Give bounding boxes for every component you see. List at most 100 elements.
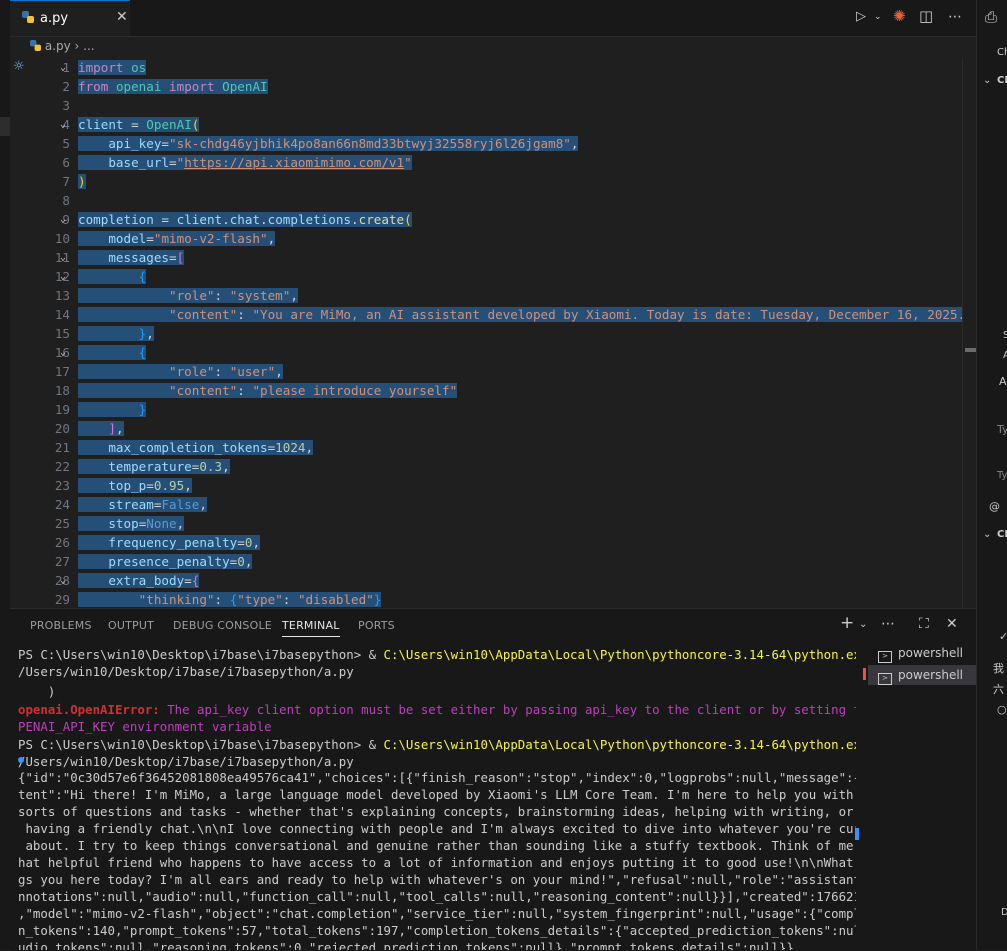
code-line[interactable]: 21 max_completion_tokens=1024, [10, 438, 970, 457]
code-line[interactable]: 13 "role": "system", [10, 286, 970, 305]
side-text: D [1001, 907, 1007, 918]
code-editor[interactable]: 1 ⌄ import os 2 from openai import OpenAI 3 4 ⌄… [10, 58, 976, 608]
code-line[interactable]: 18 "content": "please introduce yourself… [10, 381, 970, 400]
line-number: 7 [62, 174, 70, 189]
terminal-icon: > [878, 651, 892, 663]
fold-chevron-icon[interactable]: ⌄ [60, 248, 66, 267]
tab-problems[interactable]: PROBLEMS [30, 619, 92, 632]
code-text: client = OpenAI( [78, 117, 200, 132]
code-text: messages=[ [78, 248, 185, 267]
terminal-output[interactable]: PS C:\Users\win10\Desktop\i7base\i7basep… [18, 644, 856, 950]
code-line[interactable]: 26 frequency_penalty=0, [10, 533, 970, 552]
more-icon[interactable]: ⋯ [881, 616, 895, 632]
fold-chevron-icon[interactable]: ⌄ [60, 58, 66, 77]
command-decoration-dot[interactable] [18, 757, 24, 763]
side-text: Ch [997, 47, 1007, 58]
side-text: Ty [997, 470, 1007, 481]
terminal-list-item[interactable]: > powershell [868, 643, 976, 663]
copilot-sparkle-icon[interactable]: ✺ [893, 7, 906, 25]
chevron-down-icon[interactable]: ⌄ [983, 75, 991, 86]
code-text: extra_body={ [78, 571, 200, 590]
code-line[interactable]: 9 ⌄ completion = client.chat.completions.c… [10, 210, 970, 229]
code-line[interactable]: 29 "thinking": {"type": "disabled"} [10, 590, 970, 608]
code-line[interactable]: 11 ⌄ messages=[ [10, 248, 970, 267]
chevron-down-icon[interactable]: ⌄ [859, 619, 867, 630]
code-line[interactable]: 28 ⌄ extra_body={ [10, 571, 970, 590]
code-line[interactable]: 24 stream=False, [10, 495, 970, 514]
code-line[interactable]: 19 } [10, 400, 970, 419]
code-line[interactable]: 15 }, [10, 324, 970, 343]
new-terminal-icon[interactable]: + [840, 613, 854, 633]
chevron-down-icon[interactable]: ⌄ [874, 12, 882, 22]
code-line[interactable]: 17 "role": "user", [10, 362, 970, 381]
tab-a-py[interactable]: a.py ✕ [10, 0, 130, 36]
terminal-line: PENAI_API_KEY environment variable [18, 719, 272, 734]
maximize-panel-icon[interactable]: ⛶ [919, 616, 929, 632]
side-section-header[interactable]: CH [997, 75, 1007, 86]
editor-scrollbar[interactable] [962, 58, 977, 608]
code-text: stream=False, [78, 495, 207, 514]
code-line[interactable]: 22 temperature=0.3, [10, 457, 970, 476]
line-number: 6 [62, 155, 70, 170]
code-line[interactable]: 1 ⌄ import os [10, 58, 970, 77]
code-line[interactable]: 16 ⌄ { [10, 343, 970, 362]
side-text: S [1003, 330, 1007, 341]
tab-ports[interactable]: PORTS [358, 619, 395, 632]
fold-chevron-icon[interactable]: ⌄ [60, 115, 66, 134]
terminal-icon: > [878, 673, 892, 685]
code-line[interactable]: 10 model="mimo-v2-flash", [10, 229, 970, 248]
terminal-line: having a friendly chat.\n\nI love connec… [18, 821, 856, 836]
breadcrumb-file[interactable]: a.py [45, 39, 71, 53]
breadcrumb-more[interactable]: ... [83, 39, 94, 53]
code-line[interactable]: 25 stop=None, [10, 514, 970, 533]
code-line[interactable]: 6 base_url="https://api.xiaomimimo.com/v… [10, 153, 970, 172]
chat-icon[interactable]: ⎙ [985, 8, 997, 26]
line-number: 10 [54, 231, 70, 246]
terminal-line: tent":"Hi there! I'm MiMo, a large langu… [18, 787, 856, 802]
code-text: import os [78, 60, 147, 75]
code-line[interactable]: 3 [10, 96, 970, 115]
code-line[interactable]: 14 "content": "You are MiMo, an AI assis… [10, 305, 970, 324]
fold-chevron-icon[interactable]: ⌄ [60, 571, 66, 590]
more-actions-icon[interactable]: ⋯ [948, 9, 962, 25]
fold-chevron-icon[interactable]: ⌄ [60, 267, 66, 286]
code-text: }, [78, 324, 154, 343]
tab-terminal[interactable]: TERMINAL [282, 619, 340, 637]
code-line[interactable]: 20 ], [10, 419, 970, 438]
side-section-header[interactable]: CH [997, 529, 1007, 540]
code-text: model="mimo-v2-flash", [78, 229, 276, 248]
code-line[interactable]: 12 ⌄ { [10, 267, 970, 286]
editor-tab-bar: a.py ✕ ▷ ⌄ ✺ ◫ ⋯ [10, 0, 976, 37]
fold-chevron-icon[interactable]: ⌄ [60, 343, 66, 362]
run-icon[interactable]: ▷ [856, 9, 866, 24]
chat-input-placeholder[interactable]: Ty [997, 423, 1007, 436]
tab-debug-console[interactable]: DEBUG CONSOLE [173, 619, 272, 632]
line-number: 25 [54, 516, 70, 531]
chevron-down-icon[interactable]: ⌄ [983, 529, 991, 540]
code-line[interactable]: 2 from openai import OpenAI [10, 77, 970, 96]
terminal-list-item[interactable]: > powershell [868, 665, 976, 685]
code-line[interactable]: 4 ⌄ client = OpenAI( [10, 115, 970, 134]
tab-output[interactable]: OUTPUT [108, 619, 154, 632]
code-line[interactable]: 7) [10, 172, 970, 191]
split-editor-icon[interactable]: ◫ [919, 7, 933, 25]
code-line[interactable]: 5 api_key="sk-chdg46yjbhik4po8an66n8md33… [10, 134, 970, 153]
terminal-line: gs you here today? I'm all ears and read… [18, 872, 856, 887]
terminal-line: hat helpful friend who happens to have a… [18, 855, 856, 870]
side-text: 我 [993, 662, 1004, 675]
close-panel-icon[interactable]: ✕ [946, 616, 958, 632]
line-number: 21 [54, 440, 70, 455]
code-text: max_completion_tokens=1024, [78, 438, 314, 457]
mention-icon[interactable]: @ [989, 500, 1000, 513]
line-number: 19 [54, 402, 70, 417]
terminal-scroll-marker [855, 828, 859, 840]
line-number: 17 [54, 364, 70, 379]
code-line[interactable]: 27 presence_penalty=0, [10, 552, 970, 571]
code-text: ], [78, 419, 124, 438]
code-text: "content": "please introduce yourself" [78, 381, 458, 400]
code-line[interactable]: 23 top_p=0.95, [10, 476, 970, 495]
close-icon[interactable]: ✕ [116, 9, 128, 25]
code-line[interactable]: 8 [10, 191, 970, 210]
python-file-icon [30, 40, 41, 51]
fold-chevron-icon[interactable]: ⌄ [60, 210, 66, 229]
